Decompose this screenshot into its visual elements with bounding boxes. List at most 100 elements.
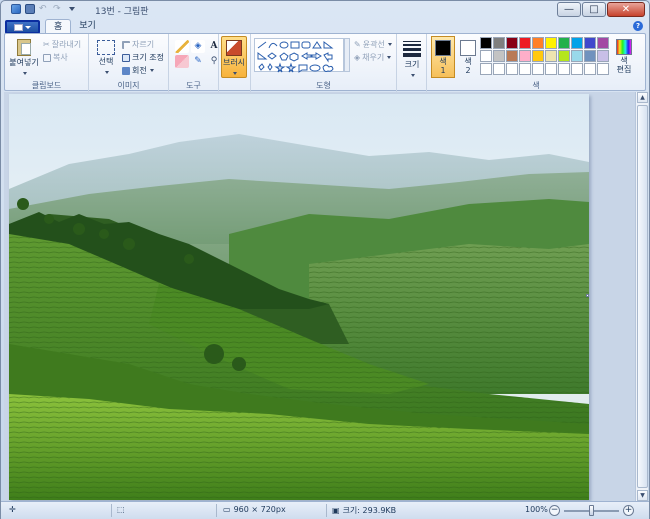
copy-label: 복사 — [53, 53, 68, 62]
palette-swatch[interactable] — [532, 63, 544, 75]
shapes-gallery-scroll[interactable] — [344, 38, 350, 72]
colors-group-label: 색 — [532, 81, 540, 90]
palette-swatch[interactable] — [506, 50, 518, 62]
size-button[interactable]: 크기 — [399, 36, 425, 79]
crop-label: 자르기 — [132, 40, 155, 49]
tea-plantation-landscape-image — [9, 94, 589, 500]
shapes-gallery[interactable] — [254, 38, 344, 73]
palette-swatch[interactable] — [558, 50, 570, 62]
chevron-down-icon — [149, 69, 154, 72]
chevron-down-icon — [22, 72, 27, 75]
crop-button[interactable]: 자르기 — [122, 39, 154, 50]
palette-swatch[interactable] — [532, 50, 544, 62]
shapes-gallery-icons — [257, 41, 334, 73]
palette-swatch[interactable] — [506, 63, 518, 75]
cut-label: 잘라내기 — [51, 40, 82, 49]
zoom-in-button[interactable]: + — [623, 505, 634, 516]
paint-menu-button[interactable] — [5, 20, 40, 34]
palette-swatch[interactable] — [571, 63, 583, 75]
palette-swatch[interactable] — [597, 37, 609, 49]
color2-button[interactable]: 색 2 — [456, 36, 480, 78]
palette-swatch[interactable] — [558, 63, 570, 75]
edit-colors-label: 색 편집 — [616, 56, 632, 74]
paste-button[interactable]: 붙여넣기 — [7, 36, 41, 77]
selection-size-icon: ⬚ — [117, 505, 125, 514]
clipboard-group-label: 클립보드 — [31, 81, 62, 90]
palette-swatch[interactable] — [584, 63, 596, 75]
selection-icon — [97, 40, 115, 55]
palette-swatch[interactable] — [519, 50, 531, 62]
palette-swatch[interactable] — [532, 37, 544, 49]
shapes-group-label: 도형 — [316, 81, 331, 90]
chevron-down-icon — [387, 43, 392, 46]
image-canvas[interactable] — [9, 94, 589, 500]
brushes-button[interactable]: 브러시 — [221, 36, 247, 78]
color2-swatch — [460, 40, 476, 56]
tab-view[interactable]: 보기 — [71, 19, 104, 34]
palette-swatch[interactable] — [506, 37, 518, 49]
canvas-resize-handle-right[interactable] — [586, 294, 589, 297]
copy-button[interactable]: 복사 — [43, 52, 68, 63]
tools-group-label: 도구 — [186, 81, 201, 90]
palette-swatch[interactable] — [597, 50, 609, 62]
color-spectrum-icon — [616, 39, 632, 55]
window-controls: — □ ✕ — [557, 2, 645, 17]
fill-label: 채우기 — [362, 53, 385, 62]
tools-grid: ◈ A ✎ ⚲ — [175, 40, 221, 68]
palette-swatch[interactable] — [584, 50, 596, 62]
help-icon[interactable]: ? — [633, 21, 643, 31]
chevron-down-icon — [387, 56, 392, 59]
palette-swatch[interactable] — [493, 63, 505, 75]
pencil-icon[interactable] — [175, 40, 189, 53]
select-button[interactable]: 선택 — [92, 36, 120, 76]
resize-button[interactable]: 크기 조정 — [122, 52, 164, 63]
close-button[interactable]: ✕ — [607, 2, 645, 17]
palette-swatch[interactable] — [519, 37, 531, 49]
palette-swatch[interactable] — [493, 37, 505, 49]
zoom-slider-thumb[interactable] — [589, 505, 594, 516]
paint-app-icon[interactable] — [11, 4, 21, 14]
crop-icon — [122, 40, 130, 49]
canvas-area[interactable] — [4, 92, 635, 501]
image-group-label: 이미지 — [117, 81, 140, 90]
scroll-up-icon[interactable]: ▲ — [637, 92, 648, 103]
minimize-button[interactable]: — — [557, 2, 581, 17]
palette-swatch[interactable] — [480, 63, 492, 75]
palette-swatch[interactable] — [571, 50, 583, 62]
palette-swatch[interactable] — [597, 63, 609, 75]
zoom-out-button[interactable]: − — [549, 505, 560, 516]
colors-group: 색 1 색 2 색 편집 색 — [427, 34, 645, 92]
edit-colors-button[interactable]: 색 편집 — [613, 36, 635, 74]
palette-swatch[interactable] — [493, 50, 505, 62]
status-divider — [111, 504, 112, 517]
palette-swatch[interactable] — [545, 50, 557, 62]
fill-button[interactable]: ◈ 채우기 — [354, 52, 392, 63]
scrollbar-thumb[interactable] — [637, 105, 648, 488]
rotate-label: 회전 — [132, 66, 147, 75]
maximize-button[interactable]: □ — [582, 2, 606, 17]
image-dimensions: ▭ 960 × 720px — [223, 505, 286, 514]
palette-swatch[interactable] — [571, 37, 583, 49]
save-icon[interactable] — [25, 4, 35, 14]
vertical-scrollbar[interactable]: ▲ ▼ — [635, 92, 648, 501]
customize-qat-dropdown-icon[interactable] — [69, 7, 75, 11]
redo-icon[interactable]: ↷ — [53, 4, 63, 14]
eraser-icon[interactable] — [175, 55, 189, 68]
palette-swatch[interactable] — [584, 37, 596, 49]
rotate-button[interactable]: 회전 — [122, 65, 154, 76]
palette-swatch[interactable] — [519, 63, 531, 75]
scroll-down-icon[interactable]: ▼ — [637, 490, 648, 501]
cut-button[interactable]: ✂ 잘라내기 — [43, 39, 81, 50]
window-title: 13번 - 그림판 — [95, 7, 149, 17]
color1-button[interactable]: 색 1 — [431, 36, 455, 78]
undo-icon[interactable]: ↶ — [39, 4, 49, 14]
palette-swatch[interactable] — [480, 37, 492, 49]
palette-swatch[interactable] — [545, 37, 557, 49]
palette-swatch[interactable] — [545, 63, 557, 75]
color-picker-icon[interactable]: ✎ — [191, 55, 205, 68]
palette-swatch[interactable] — [480, 50, 492, 62]
fill-bucket-icon[interactable]: ◈ — [191, 40, 205, 53]
palette-swatch[interactable] — [558, 37, 570, 49]
outline-button[interactable]: ✎ 윤곽선 — [354, 39, 392, 50]
tab-home[interactable]: 홈 — [45, 19, 72, 34]
